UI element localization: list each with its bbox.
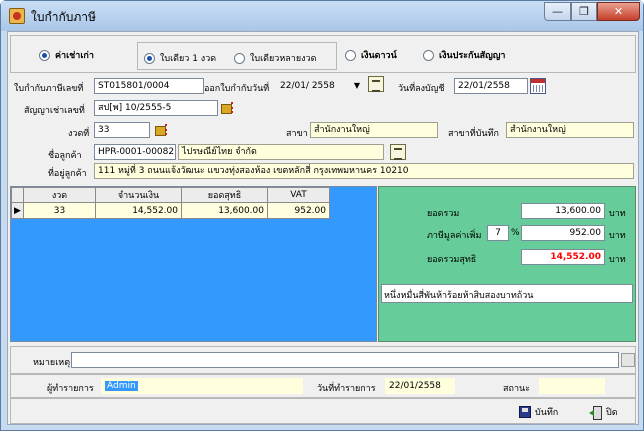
print-icon[interactable] xyxy=(368,76,384,92)
customer-detail-icon[interactable] xyxy=(390,144,406,160)
save-button[interactable]: บันทึก xyxy=(519,405,558,419)
table-row[interactable]: ▶ 33 14,552.00 13,600.00 952.00 xyxy=(11,202,330,219)
customer-label: ชื่อลูกค้า xyxy=(48,151,82,161)
contract-label: สัญญาเช่าเลขที่ xyxy=(24,106,85,116)
summary-panel: ยอดรวม 13,600.00 บาท ภาษีมูลค่าเพิ่ม 7 %… xyxy=(378,186,636,342)
user-field: Admin xyxy=(101,378,303,394)
cell-vat[interactable]: 952.00 xyxy=(267,202,330,219)
mode-group: ค่าเช่าเก่า ใบเดียว 1 งวด ใบเดียวหลายงวด… xyxy=(10,35,636,73)
txn-date-field: 22/01/2558 xyxy=(385,378,455,394)
invoice-no-field[interactable]: ST015801/0004 xyxy=(94,78,204,94)
status-label: สถานะ xyxy=(503,384,530,394)
vat-percent: % xyxy=(511,228,520,238)
total-field: 13,600.00 xyxy=(521,203,605,219)
address-field: 111 หมู่ที่ 3 ถนนแจ้งวัฒนะ แขวงทุ่งสองห้… xyxy=(94,163,634,179)
account-date-field[interactable]: 22/01/2558 xyxy=(454,78,528,94)
col-amount[interactable]: จำนวนเงิน xyxy=(95,187,182,203)
installment-grid: งวด จำนวนเงิน ยอดสุทธิ VAT ▶ 33 14,552.0… xyxy=(10,186,377,342)
total-currency: บาท xyxy=(609,209,626,219)
vat-label: ภาษีมูลค่าเพิ่ม xyxy=(427,231,482,241)
radio-single-installment[interactable]: ใบเดียว 1 งวด xyxy=(144,51,216,65)
radio-selected-icon xyxy=(39,49,50,61)
radio-multi-installment-label: ใบเดียวหลายงวด xyxy=(250,54,317,64)
record-branch-label: สาขาที่บันทึก xyxy=(448,129,499,139)
close-button[interactable]: ปิด xyxy=(589,405,618,420)
close-label: ปิด xyxy=(606,408,618,418)
calendar-icon[interactable] xyxy=(530,78,546,94)
chevron-down-icon[interactable]: ▼ xyxy=(352,79,362,93)
radio-down-payment-label: เงินดาวน์ xyxy=(361,51,397,61)
note-row: หมายเหตุ xyxy=(10,346,636,374)
grand-total-label: ยอดรวมสุทธิ xyxy=(427,255,477,265)
installment-field[interactable]: 33 xyxy=(94,122,150,138)
radio-down-payment[interactable]: เงินดาวน์ xyxy=(345,48,397,62)
contract-no-field[interactable]: สป[พ] 10/2555-5 xyxy=(94,100,218,116)
title-bar: ใบกำกับภาษี — ❐ ✕ xyxy=(1,1,643,31)
sub-mode-group: ใบเดียว 1 งวด ใบเดียวหลายงวด xyxy=(137,42,337,70)
window: ใบกำกับภาษี — ❐ ✕ ค่าเช่าเก่า ใบเดียว 1 … xyxy=(0,0,644,431)
issue-date-label: ออกใบกำกับวันที่ xyxy=(204,84,270,94)
cell-net[interactable]: 13,600.00 xyxy=(181,202,268,219)
col-net[interactable]: ยอดสุทธิ xyxy=(181,187,268,203)
status-field xyxy=(539,378,605,394)
exit-icon xyxy=(589,405,602,420)
radio-unselected-icon xyxy=(423,49,434,61)
radio-multi-installment[interactable]: ใบเดียวหลายงวด xyxy=(234,51,316,65)
radio-single-installment-label: ใบเดียว 1 งวด xyxy=(160,54,217,64)
user-label: ผู้ทำรายการ xyxy=(47,384,94,394)
user-row: ผู้ทำรายการ Admin วันที่ทำรายการ 22/01/2… xyxy=(10,374,636,398)
customer-name-field: ไปรษณีย์ไทย จำกัด xyxy=(178,144,384,160)
invoice-no-label: ใบกำกับภาษีเลขที่ xyxy=(14,84,84,94)
radio-deposit-label: เงินประกันสัญญา xyxy=(439,51,506,61)
record-branch-field: สำนักงานใหญ่ xyxy=(506,122,634,138)
cell-installment[interactable]: 33 xyxy=(23,202,96,219)
app-icon xyxy=(9,8,25,24)
radio-selected-icon xyxy=(144,52,155,64)
col-installment[interactable]: งวด xyxy=(23,187,96,203)
cell-amount[interactable]: 14,552.00 xyxy=(95,202,182,219)
issue-date-field[interactable]: 22/01/ 2558 xyxy=(276,78,364,94)
save-icon xyxy=(519,406,531,418)
installment-label: งวดที่ xyxy=(68,129,90,139)
vat-currency: บาท xyxy=(609,231,626,241)
form-body: ค่าเช่าเก่า ใบเดียว 1 งวด ใบเดียวหลายงวด… xyxy=(7,31,639,425)
address-label: ที่อยู่ลูกค้า xyxy=(48,169,87,179)
note-label: หมายเหตุ xyxy=(33,358,71,368)
note-icon[interactable] xyxy=(621,353,635,367)
maximize-button[interactable]: ❐ xyxy=(571,2,597,21)
txn-date-label: วันที่ทำรายการ xyxy=(317,384,376,394)
amount-in-words: หนึ่งหมื่นสี่พันห้าร้อยห้าสิบสองบาทถ้วน xyxy=(381,284,633,303)
radio-deposit[interactable]: เงินประกันสัญญา xyxy=(423,48,506,62)
customer-code-field[interactable]: HPR-0001-00082 xyxy=(94,144,176,160)
note-field[interactable] xyxy=(71,352,619,368)
branch-label: สาขา xyxy=(286,129,308,139)
account-date-label: วันที่ลงบัญชี xyxy=(398,84,445,94)
row-indicator-header xyxy=(11,187,24,203)
grand-total-field: 14,552.00 xyxy=(521,249,605,265)
radio-unselected-icon xyxy=(234,52,245,64)
lookup-contract-icon[interactable] xyxy=(220,100,236,116)
grand-total-currency: บาท xyxy=(609,255,626,265)
action-bar: บันทึก ปิด xyxy=(10,398,636,424)
vat-field: 952.00 xyxy=(521,225,605,241)
col-vat[interactable]: VAT xyxy=(267,187,330,203)
vat-rate-field[interactable]: 7 xyxy=(487,225,509,241)
user-value: Admin xyxy=(105,381,138,391)
save-label: บันทึก xyxy=(535,408,559,418)
minimize-button[interactable]: — xyxy=(544,2,571,21)
lookup-installment-icon[interactable] xyxy=(154,122,170,138)
row-pointer-icon: ▶ xyxy=(11,202,24,219)
radio-unselected-icon xyxy=(345,49,356,61)
window-title: ใบกำกับภาษี xyxy=(31,10,96,24)
total-label: ยอดรวม xyxy=(427,209,460,219)
branch-field: สำนักงานใหญ่ xyxy=(310,122,438,138)
radio-old-rent[interactable]: ค่าเช่าเก่า xyxy=(39,48,94,62)
close-window-button[interactable]: ✕ xyxy=(597,2,640,21)
radio-old-rent-label: ค่าเช่าเก่า xyxy=(55,51,94,61)
installment-table: งวด จำนวนเงิน ยอดสุทธิ VAT ▶ 33 14,552.0… xyxy=(11,187,330,219)
